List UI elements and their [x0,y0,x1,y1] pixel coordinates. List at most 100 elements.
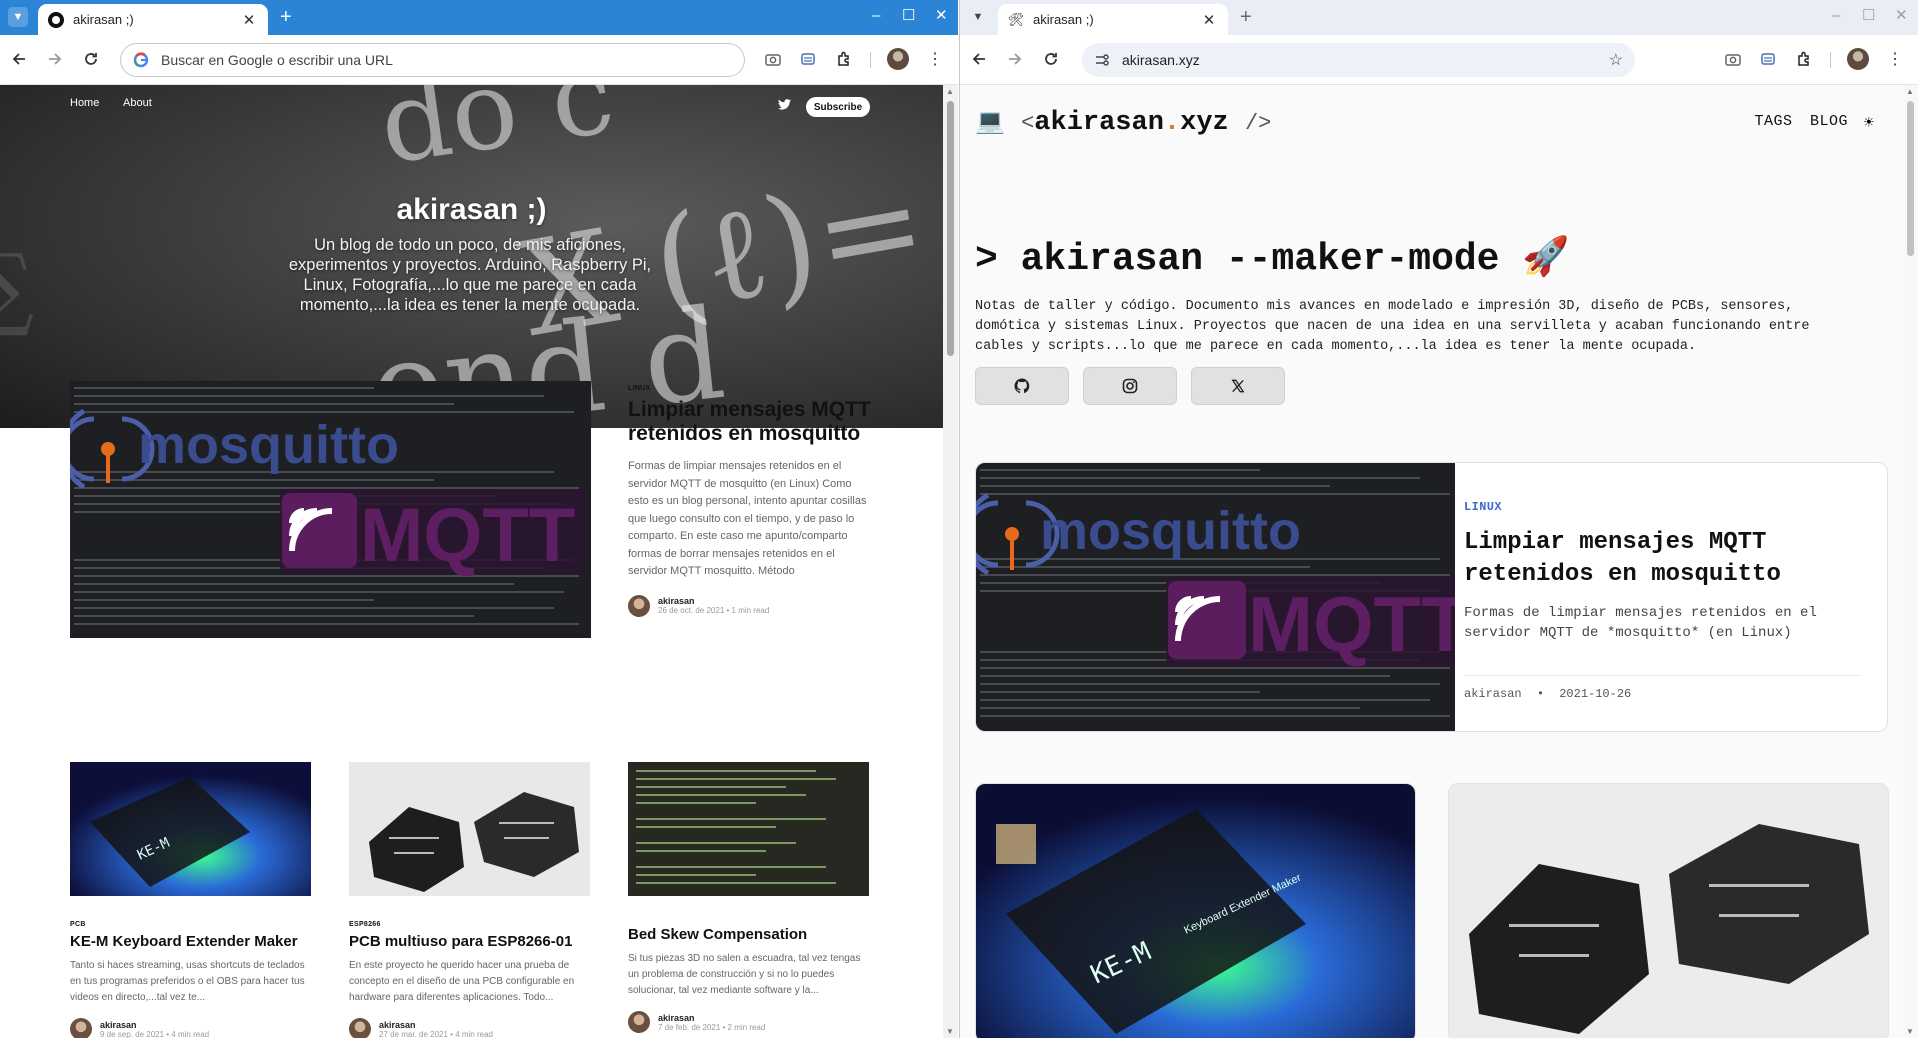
vertical-scrollbar[interactable]: ▲ ▼ [943,85,958,1038]
profile-avatar[interactable] [1847,48,1869,70]
maximize-icon[interactable]: ☐ [902,6,915,26]
author-name[interactable]: akirasan [658,1013,765,1023]
post-card[interactable] [1448,783,1889,1038]
minimize-icon[interactable]: – [1832,6,1840,26]
author-name[interactable]: akirasan [100,1020,209,1030]
featured-title[interactable]: Limpiar mensajes MQTT retenidos en mosqu… [1464,527,1864,591]
nav-blog[interactable]: BLOG [1810,113,1848,130]
reload-icon[interactable] [1040,48,1062,70]
kem-keyboard-image[interactable]: KE-M [70,762,311,896]
post-card[interactable]: Bed Skew Compensation Si tus piezas 3D n… [628,762,869,1033]
github-button[interactable] [975,367,1069,405]
site-info-icon[interactable] [1094,52,1110,68]
back-icon[interactable] [8,48,30,70]
post-title[interactable]: Bed Skew Compensation [628,926,869,943]
instagram-button[interactable] [1083,367,1177,405]
x-twitter-button[interactable] [1191,367,1285,405]
post-meta: 7 de feb. de 2021 • 2 min read [658,1022,766,1032]
post-meta: 27 de mar. de 2021 • 4 min read [379,1029,493,1038]
author-name[interactable]: akirasan [658,596,769,606]
close-tab-icon[interactable]: ✕ [1200,11,1218,29]
post-date: 2021-10-26 [1559,687,1632,701]
post-card[interactable]: KE-M Keyboard Extender Maker [975,783,1416,1038]
featured-excerpt: Formas de limpiar mensajes retenidos en … [1464,605,1817,641]
post-tag[interactable]: ESP8266 [349,921,590,928]
active-tab[interactable]: akirasan ;) ✕ [38,4,268,35]
post-title[interactable]: PCB multiuso para ESP8266-01 [349,933,590,950]
svg-text:mosquitto: mosquitto [1040,501,1301,561]
site-logo[interactable]: 💻 <akirasan.xyz /> [975,107,1271,138]
menu-icon[interactable]: ⋮ [1884,48,1906,70]
close-window-icon[interactable]: ✕ [1895,6,1908,26]
maximize-icon[interactable]: ☐ [1862,6,1875,26]
post-excerpt: En este proyecto he querido hacer una pr… [349,960,575,1003]
blog-description: Un blog de todo un poco, de mis aficione… [288,236,652,314]
camera-icon[interactable] [1722,48,1744,70]
tab-search-button[interactable]: ▼ [8,7,28,27]
bookmark-star-icon[interactable]: ☆ [1609,50,1623,70]
google-icon [133,52,149,68]
post-card[interactable]: KE-M PCB KE-M Keyboard Extender Maker Ta… [70,762,311,1038]
cast-icon[interactable] [797,48,819,70]
author-avatar[interactable] [349,1018,371,1038]
author-avatar[interactable] [70,1018,92,1038]
extensions-icon[interactable] [833,48,855,70]
back-icon[interactable] [968,48,990,70]
instagram-icon [1122,378,1138,394]
terminal-image[interactable] [628,762,869,896]
cast-icon[interactable] [1757,48,1779,70]
forward-icon[interactable] [44,48,66,70]
nav-tags[interactable]: TAGS [1754,113,1792,130]
author-avatar[interactable] [628,594,650,617]
profile-avatar[interactable] [887,48,909,70]
active-tab[interactable]: 🛠 akirasan ;) ✕ [998,4,1228,35]
vertical-scrollbar[interactable]: ▲ ▼ [1903,85,1918,1038]
featured-post-card[interactable]: mosquitto MQTT LINUX Limpiar mensajes MQ… [975,462,1888,732]
close-window-icon[interactable]: ✕ [935,6,948,26]
tab-strip: ▼ akirasan ;) ✕ + – ☐ ✕ [0,0,958,35]
featured-title[interactable]: Limpiar mensajes MQTT retenidos en mosqu… [628,398,873,446]
kem-keyboard-image[interactable]: KE-M Keyboard Extender Maker [976,784,1416,1038]
featured-meta: akirasan • 2021-10-26 [1464,687,1632,701]
theme-toggle-sun-icon[interactable]: ☀ [1864,113,1874,134]
page-headline: > akirasan --maker-mode 🚀 [975,238,1570,281]
camera-icon[interactable] [762,48,784,70]
nav-home[interactable]: Home [70,97,99,109]
forward-icon[interactable] [1004,48,1026,70]
menu-icon[interactable]: ⋮ [924,48,946,70]
featured-tag[interactable]: LINUX [1464,500,1502,514]
new-tab-button[interactable]: + [280,6,292,28]
reload-icon[interactable] [80,48,102,70]
post-meta: 26 de oct. de 2021 • 1 min read [658,606,770,615]
new-tab-button[interactable]: + [1240,6,1252,28]
mosquitto-mqtt-image[interactable]: mosquitto MQTT [70,381,591,638]
subscribe-button[interactable]: Subscribe [806,97,870,117]
post-tag[interactable]: PCB [70,921,311,928]
nav-about[interactable]: About [123,97,152,109]
author-name[interactable]: akirasan [1464,687,1522,701]
omnibox[interactable]: Buscar en Google o escribir una URL [120,43,745,77]
extensions-icon[interactable] [1793,48,1815,70]
close-tab-icon[interactable]: ✕ [240,11,258,29]
esp8266-pcb-image[interactable] [1449,784,1889,1038]
featured-tag[interactable]: LINUX [628,385,873,392]
site-header: 💻 <akirasan.xyz /> TAGS BLOG ☀ [975,107,1888,138]
url-text: akirasan.xyz [1122,52,1200,68]
esp8266-pcb-image[interactable] [349,762,590,896]
author-name[interactable]: akirasan [379,1020,493,1030]
tab-title: akirasan ;) [73,12,134,27]
omnibox[interactable]: akirasan.xyz ☆ [1082,43,1635,77]
tab-search-button[interactable]: ▼ [968,7,988,27]
author-avatar[interactable] [628,1011,650,1033]
post-title[interactable]: KE-M Keyboard Extender Maker [70,933,311,950]
minimize-icon[interactable]: – [872,6,880,26]
post-excerpt: Tanto si haces streaming, usas shortcuts… [70,960,305,1003]
post-meta: 9 de sep. de 2021 • 4 min read [100,1029,210,1038]
twitter-icon[interactable] [778,99,791,113]
mosquitto-mqtt-image[interactable]: mosquitto MQTT [976,463,1455,732]
blog-title: akirasan ;) [396,193,547,226]
post-card[interactable]: ESP8266 PCB multiuso para ESP8266-01 En … [349,762,590,1038]
hero-banner: do c X (ℓ)= end d ∑ Home About Subscribe… [0,85,943,428]
left-browser-window: ▼ akirasan ;) ✕ + – ☐ ✕ Buscar en Google… [0,0,958,1038]
omnibox-placeholder: Buscar en Google o escribir una URL [161,52,393,68]
